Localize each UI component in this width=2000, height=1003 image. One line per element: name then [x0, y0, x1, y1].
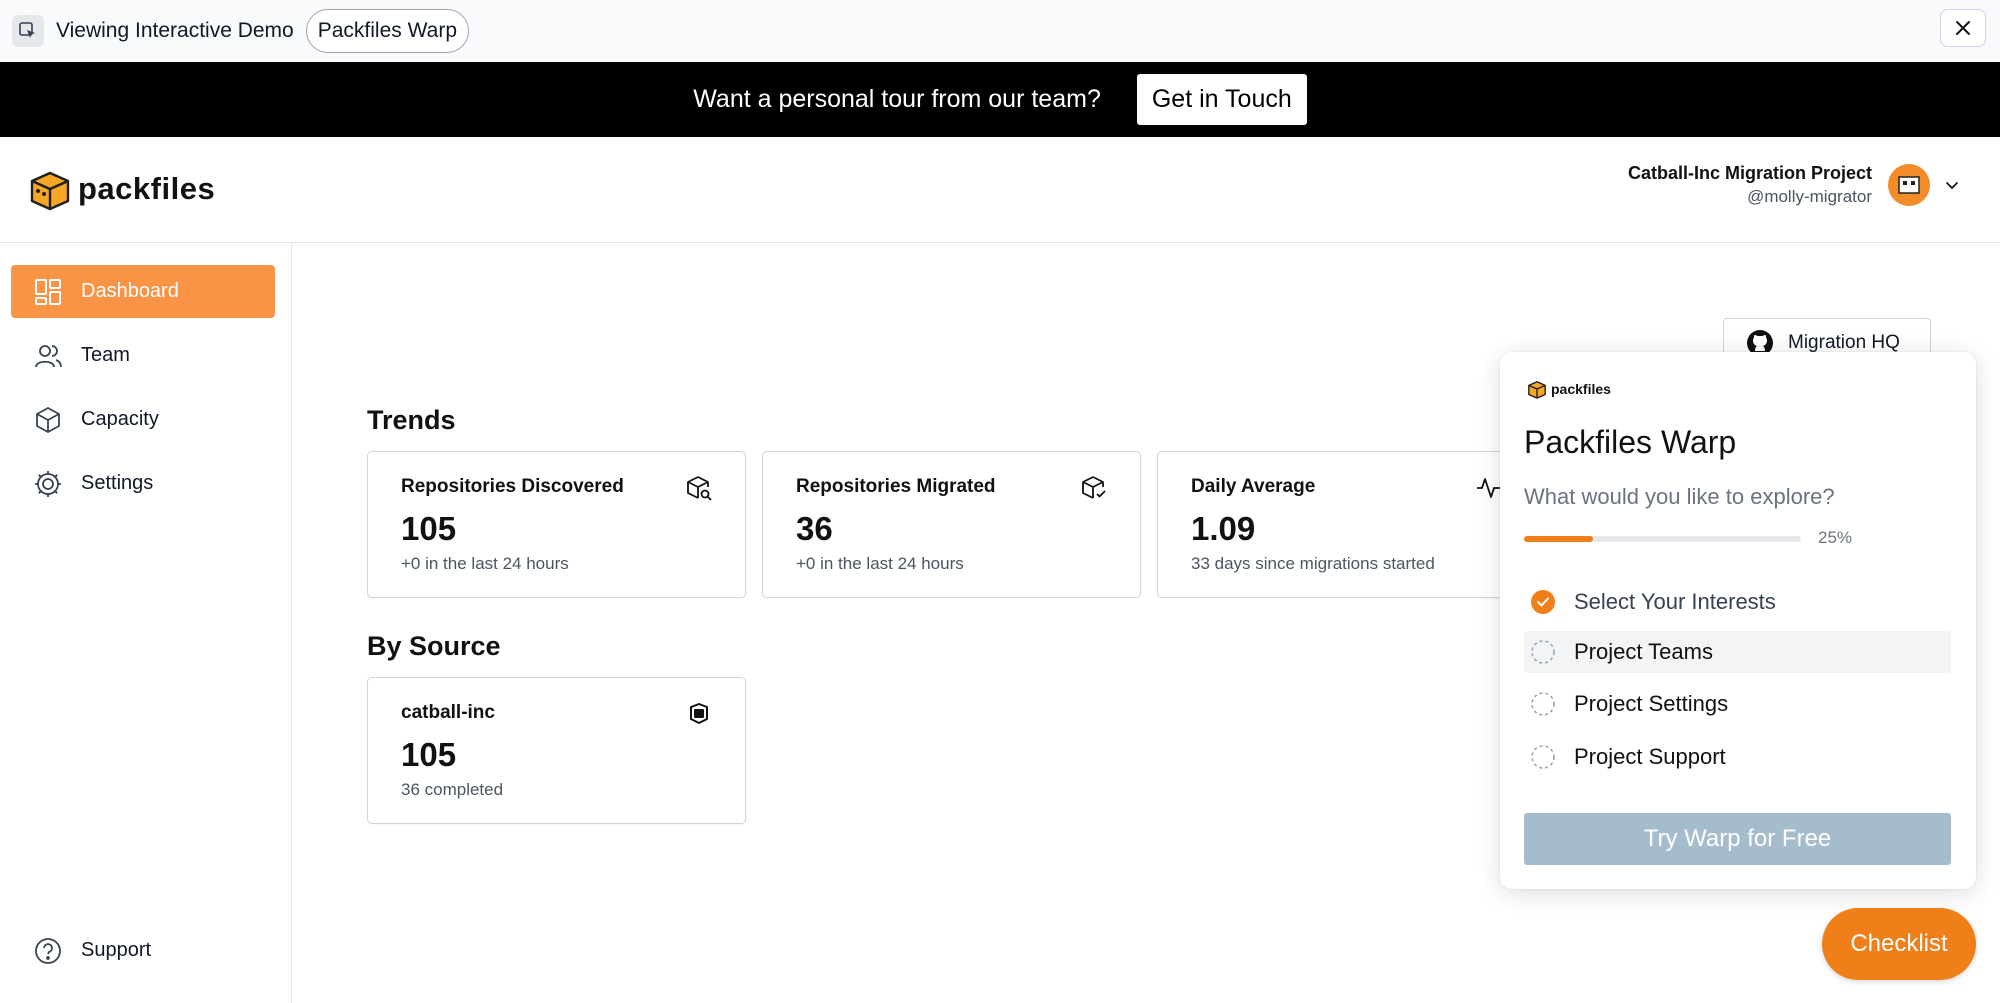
sidebar-item-support[interactable]: Support — [11, 924, 275, 977]
close-icon — [1956, 21, 1970, 35]
demo-bar: Viewing Interactive Demo Packfiles Warp — [0, 0, 2000, 62]
packfiles-logo[interactable]: packfiles — [28, 167, 215, 211]
trend-card-migrated: Repositories Migrated 36 +0 in the last … — [762, 451, 1141, 598]
by-source-title: By Source — [367, 631, 501, 661]
card-title: catball-inc — [401, 702, 495, 723]
card-title: Repositories Migrated — [796, 476, 996, 497]
card-value: 1.09 — [1191, 510, 1256, 547]
step-project-teams[interactable]: Project Teams — [1524, 631, 1951, 673]
source-card-catball-inc[interactable]: catball-inc 105 36 completed — [367, 677, 746, 824]
step-label: Project Teams — [1574, 639, 1713, 664]
user-handle: @molly-migrator — [1747, 187, 1872, 206]
chevron-down-icon[interactable] — [1944, 177, 1960, 193]
progress-label: 25% — [1818, 528, 1853, 547]
box-mascot-icon — [30, 171, 70, 211]
step-label: Project Settings — [1574, 691, 1729, 716]
gear-icon — [33, 469, 63, 499]
sidebar: Dashboard Team Capacity Settings Support — [0, 243, 292, 1003]
popup-logo: packfiles — [1527, 379, 1611, 399]
progress-bar — [1524, 536, 1801, 542]
close-demo-button[interactable] — [1940, 9, 1986, 47]
dashed-circle-icon — [1530, 639, 1556, 665]
popup-logo-text: packfiles — [1551, 381, 1611, 397]
progress-fill — [1524, 536, 1594, 542]
sidebar-item-dashboard[interactable]: Dashboard — [11, 265, 275, 318]
dashed-circle-icon — [1530, 691, 1556, 717]
sidebar-item-label: Team — [81, 344, 130, 366]
demo-label: Viewing Interactive Demo — [56, 19, 294, 42]
team-icon — [33, 341, 63, 371]
package-search-icon — [687, 476, 712, 501]
card-value: 105 — [401, 736, 457, 773]
demo-pill[interactable]: Packfiles Warp — [305, 9, 469, 53]
card-sub: 33 days since migrations started — [1191, 554, 1435, 573]
get-in-touch-button[interactable]: Get in Touch — [1136, 74, 1307, 125]
sidebar-item-label: Support — [81, 939, 152, 961]
cursor-click-icon — [12, 15, 44, 47]
popup-subtitle: What would you like to explore? — [1524, 484, 1835, 509]
trends-title: Trends — [367, 405, 456, 435]
sidebar-item-settings[interactable]: Settings — [11, 457, 275, 510]
app-header: packfiles Catball-Inc Migration Project … — [0, 137, 2000, 243]
box-mascot-icon — [1528, 381, 1546, 399]
help-icon — [33, 936, 63, 966]
source-org-icon — [690, 703, 708, 724]
card-title: Daily Average — [1191, 476, 1316, 497]
dashed-circle-icon — [1530, 744, 1556, 770]
package-check-icon — [1082, 476, 1106, 499]
step-project-settings[interactable]: Project Settings — [1524, 683, 1951, 725]
step-select-interests[interactable]: Select Your Interests — [1524, 581, 1951, 623]
sidebar-item-capacity[interactable]: Capacity — [11, 393, 275, 446]
activity-icon — [1477, 478, 1501, 498]
check-circle-icon — [1530, 589, 1556, 615]
card-sub: +0 in the last 24 hours — [401, 554, 569, 573]
sidebar-item-label: Dashboard — [81, 280, 179, 302]
card-title: Repositories Discovered — [401, 476, 624, 497]
step-label: Select Your Interests — [1574, 589, 1776, 614]
card-sub: +0 in the last 24 hours — [796, 554, 964, 573]
step-label: Project Support — [1574, 744, 1726, 769]
account-menu[interactable]: Catball-Inc Migration Project @molly-mig… — [1628, 163, 1960, 207]
card-sub: 36 completed — [401, 780, 504, 799]
migration-hq-label: Migration HQ — [1788, 332, 1900, 353]
avatar[interactable] — [1888, 164, 1930, 206]
sidebar-item-team[interactable]: Team — [11, 329, 275, 382]
checklist-popup: packfiles Packfiles Warp What would you … — [1500, 352, 1976, 889]
promo-text: Want a personal tour from our team? — [693, 85, 1101, 113]
step-project-support[interactable]: Project Support — [1524, 736, 1951, 778]
dashboard-icon — [33, 277, 63, 307]
logo-text: packfiles — [78, 171, 216, 206]
try-warp-button[interactable]: Try Warp for Free — [1524, 813, 1951, 865]
popup-title: Packfiles Warp — [1524, 424, 1737, 460]
sidebar-item-label: Settings — [81, 472, 154, 494]
project-name: Catball-Inc Migration Project — [1627, 163, 1872, 183]
card-value: 36 — [796, 510, 833, 547]
trend-card-discovered: Repositories Discovered 105 +0 in the la… — [367, 451, 746, 598]
sidebar-item-label: Capacity — [81, 408, 159, 430]
promo-banner: Want a personal tour from our team? Get … — [0, 62, 2000, 137]
trend-card-daily-average: Daily Average 1.09 33 days since migrati… — [1157, 451, 1536, 598]
card-value: 105 — [401, 510, 457, 547]
checklist-button[interactable]: Checklist — [1822, 908, 1976, 980]
box-icon — [33, 405, 63, 435]
